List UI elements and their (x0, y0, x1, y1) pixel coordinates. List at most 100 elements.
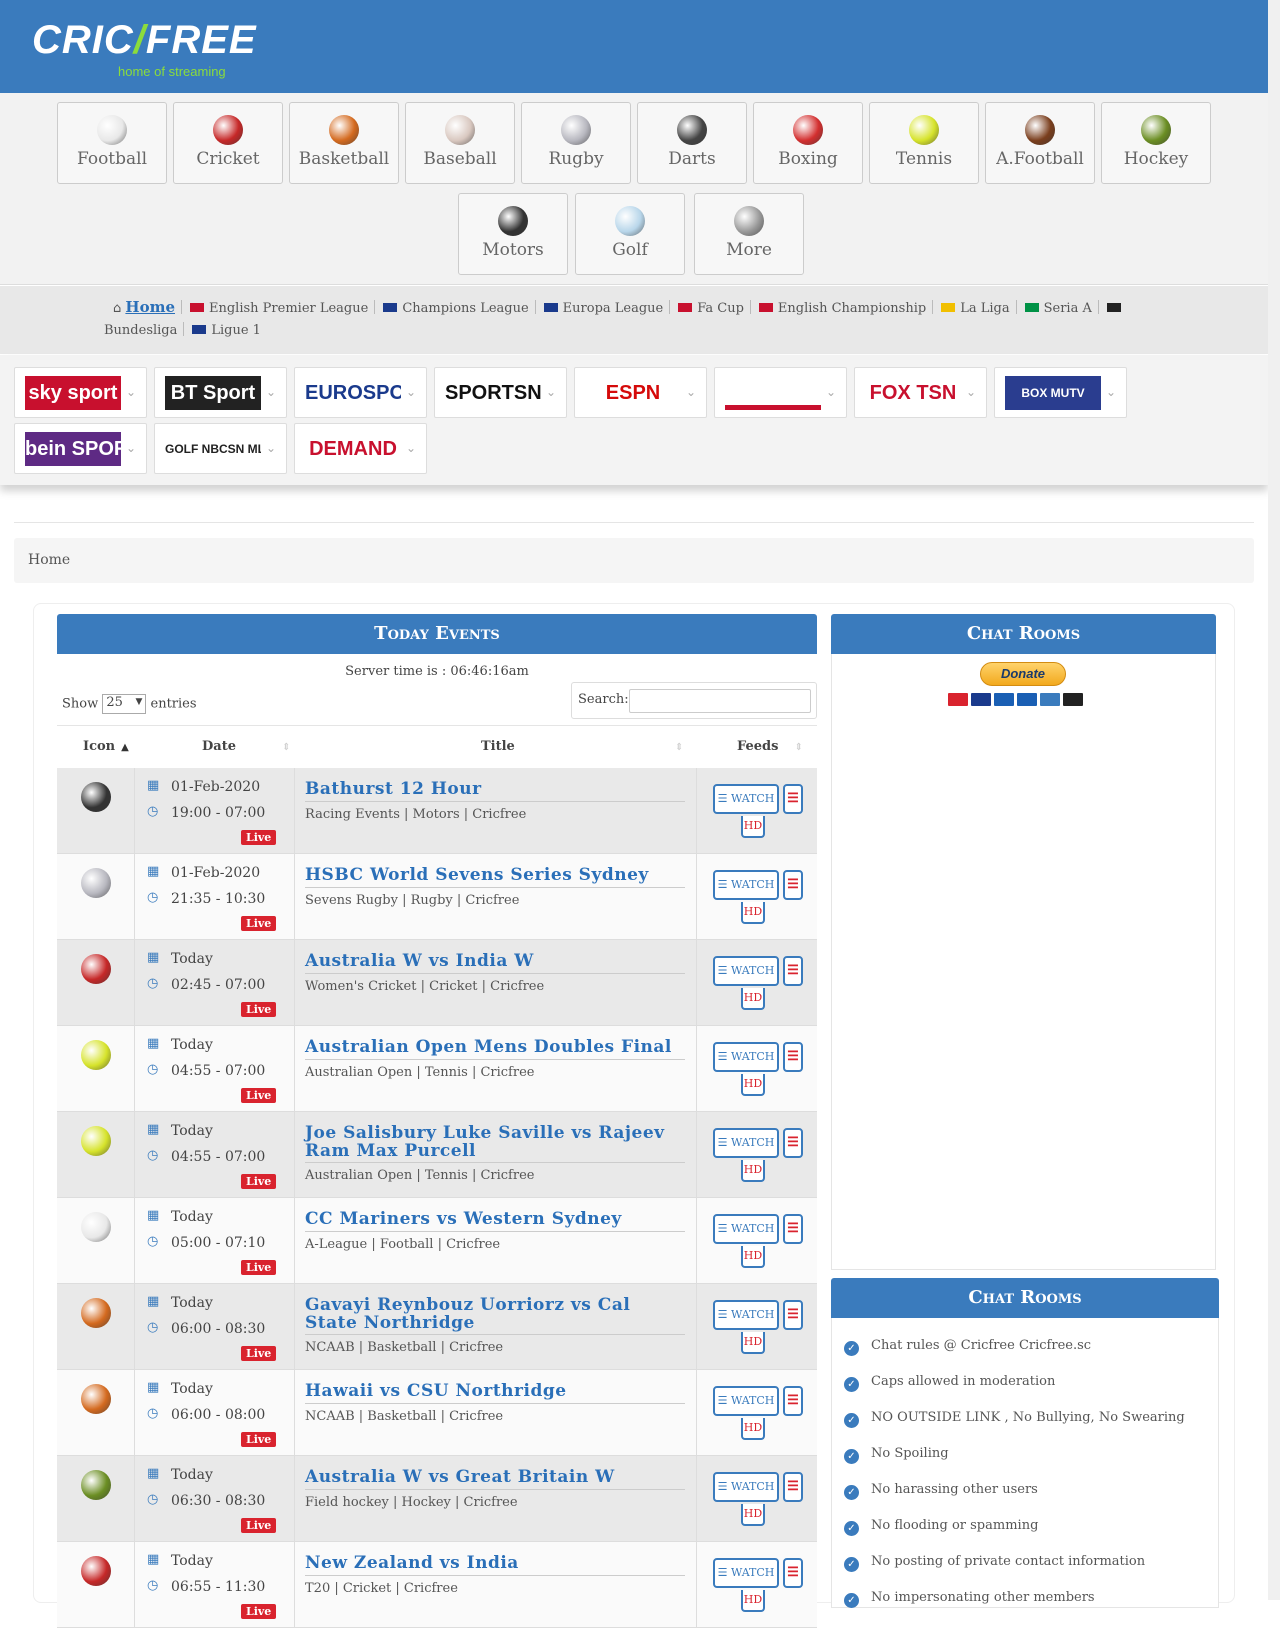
channel-logo: DEMAND (305, 432, 401, 466)
search-input[interactable] (629, 689, 811, 713)
alt-feed-button[interactable]: ☰ (783, 1300, 803, 1330)
event-category: Sevens Rugby | Rugby | Cricfree (305, 893, 520, 908)
channel-menu-fox-tsn[interactable]: FOX TSN ⌄ (854, 367, 987, 418)
title-cell: CC Mariners vs Western Sydney A-League | … (295, 1198, 697, 1284)
alt-feed-button[interactable]: ☰ (783, 870, 803, 900)
page-scrollbar[interactable] (1268, 0, 1280, 1600)
channel-menu-bein-sports[interactable]: bein SPORTS ⌄ (14, 423, 147, 474)
event-title-link[interactable]: Hawaii vs CSU Northridge (305, 1382, 685, 1400)
league-link-la-liga[interactable]: La Liga (941, 301, 1010, 316)
event-title-link[interactable]: CC Mariners vs Western Sydney (305, 1210, 685, 1228)
sport-button-tennis[interactable]: Tennis (869, 102, 979, 184)
donate-button[interactable]: Donate (980, 662, 1066, 686)
league-link-bundesliga[interactable]: Bundesliga (104, 323, 177, 338)
hd-badge[interactable]: HD (741, 1160, 765, 1182)
list-icon: ☰ (717, 964, 728, 977)
watch-button[interactable]: ☰ WATCH (713, 1386, 779, 1416)
sport-button-basketball[interactable]: Basketball (289, 102, 399, 184)
col-title[interactable]: Title ⇕ (481, 739, 683, 754)
sport-button-more[interactable]: More (694, 193, 804, 275)
alt-feed-button[interactable]: ☰ (783, 956, 803, 986)
watch-button[interactable]: ☰ WATCH (713, 1128, 779, 1158)
channel-menu-bt-sport[interactable]: BT Sport ⌄ (154, 367, 287, 418)
hd-badge[interactable]: HD (741, 1590, 765, 1612)
channel-menu-demand[interactable]: DEMAND ⌄ (294, 423, 427, 474)
watch-button[interactable]: ☰ WATCH (713, 1558, 779, 1588)
event-title-link[interactable]: Bathurst 12 Hour (305, 780, 685, 798)
hd-badge[interactable]: HD (741, 988, 765, 1010)
alt-feed-button[interactable]: ☰ (783, 784, 803, 814)
sport-button-hockey[interactable]: Hockey (1101, 102, 1211, 184)
league-home-link[interactable]: ⌂ Home (113, 298, 175, 316)
list-icon: ☰ (717, 1136, 728, 1149)
icon-cell (57, 1112, 135, 1198)
channel-menu-box-mutv[interactable]: BOX MUTV ⌄ (994, 367, 1127, 418)
league-link-champions-league[interactable]: Champions League (383, 301, 529, 316)
league-link-english-premier-league[interactable]: English Premier League (190, 301, 368, 316)
alt-feed-button[interactable]: ☰ (783, 1128, 803, 1158)
alt-feed-button[interactable]: ☰ (783, 1214, 803, 1244)
watch-button[interactable]: ☰ WATCH (713, 956, 779, 986)
league-link-seria-a[interactable]: Seria A (1024, 301, 1092, 316)
hd-badge[interactable]: HD (741, 1074, 765, 1096)
watch-button[interactable]: ☰ WATCH (713, 1472, 779, 1502)
event-title-link[interactable]: New Zealand vs India (305, 1554, 685, 1572)
sport-button-boxing[interactable]: Boxing (753, 102, 863, 184)
event-title-link[interactable]: Australia W vs Great Britain W (305, 1468, 685, 1486)
check-circle-icon: ✓ (844, 1377, 859, 1392)
watch-button[interactable]: ☰ WATCH (713, 870, 779, 900)
event-category: Field hockey | Hockey | Cricfree (305, 1495, 518, 1510)
sport-button-cricket[interactable]: Cricket (173, 102, 283, 184)
sport-button-rugby[interactable]: Rugby (521, 102, 631, 184)
show-label: Show (62, 696, 99, 712)
cricfree-logo[interactable]: CRIC/FREE home of streaming (32, 14, 256, 84)
event-title-link[interactable]: HSBC World Sevens Series Sydney (305, 866, 685, 884)
alt-feed-button[interactable]: ☰ (783, 1472, 803, 1502)
flag-icon (678, 303, 693, 312)
hd-badge[interactable]: HD (741, 816, 765, 838)
hd-badge[interactable]: HD (741, 1504, 765, 1526)
col-icon[interactable]: Icon ▲ (83, 739, 129, 754)
hd-badge[interactable]: HD (741, 1246, 765, 1268)
channel-menu-golf-nbcsn-mlb[interactable]: GOLF NBCSN MLB ⌄ (154, 423, 287, 474)
event-title-link[interactable]: Australian Open Mens Doubles Final (305, 1038, 685, 1056)
watch-button[interactable]: ☰ WATCH (713, 1300, 779, 1330)
feeds-cell: ☰ WATCH ☰ HD (697, 1112, 817, 1198)
sport-button-motors[interactable]: Motors (458, 193, 568, 275)
league-link-europa-league[interactable]: Europa League (543, 301, 663, 316)
table-row: ▦ Today ◷ 02:45 - 07:00 Live Australia W vs I… (57, 940, 817, 1026)
sport-button-golf[interactable]: Golf (575, 193, 685, 275)
sport-button-afootball[interactable]: A.Football (985, 102, 1095, 184)
sport-button-darts[interactable]: Darts (637, 102, 747, 184)
channel-menu-eurosport[interactable]: EUROSPORT ⌄ (294, 367, 427, 418)
league-link-ligue-[interactable]: Ligue 1 (192, 323, 261, 338)
sport-button-baseball[interactable]: Baseball (405, 102, 515, 184)
alt-feed-button[interactable]: ☰ (783, 1558, 803, 1588)
channel-menu-espn[interactable]: ESPN ⌄ (574, 367, 707, 418)
col-feeds[interactable]: Feeds ⇕ (737, 739, 803, 754)
breadcrumb[interactable]: Home (14, 538, 1254, 583)
sport-button-football[interactable]: Football (57, 102, 167, 184)
event-title-link[interactable]: Australia W vs India W (305, 952, 685, 970)
alt-feed-button[interactable]: ☰ (783, 1386, 803, 1416)
channel-menu-sportsnet[interactable]: SPORTSNET ⌄ (434, 367, 567, 418)
watch-button[interactable]: ☰ WATCH (713, 1214, 779, 1244)
hd-badge[interactable]: HD (741, 1418, 765, 1440)
hd-badge[interactable]: HD (741, 902, 765, 924)
league-link-fa-cup[interactable]: Fa Cup (678, 301, 744, 316)
channel-menu-unnamed[interactable]: ⌄ (714, 367, 847, 418)
col-date[interactable]: Date ⇕ (202, 739, 290, 754)
flag-icon (941, 303, 956, 312)
channel-menu-sky-sport[interactable]: sky sport ⌄ (14, 367, 147, 418)
watch-button[interactable]: ☰ WATCH (713, 784, 779, 814)
watch-button[interactable]: ☰ WATCH (713, 1042, 779, 1072)
title-underline (305, 801, 685, 802)
event-title-link[interactable]: Gavayi Reynbouz Uorriorz vs Cal State No… (305, 1296, 685, 1332)
league-link-english-championship[interactable]: English Championship (758, 301, 926, 316)
live-badge: Live (241, 1260, 277, 1275)
entries-select[interactable]: 25 ▼ (102, 694, 147, 714)
event-title-link[interactable]: Joe Salisbury Luke Saville vs Rajeev Ram… (305, 1124, 685, 1160)
alt-feed-button[interactable]: ☰ (783, 1042, 803, 1072)
hd-badge[interactable]: HD (741, 1332, 765, 1354)
search-box: Search: (571, 682, 817, 719)
